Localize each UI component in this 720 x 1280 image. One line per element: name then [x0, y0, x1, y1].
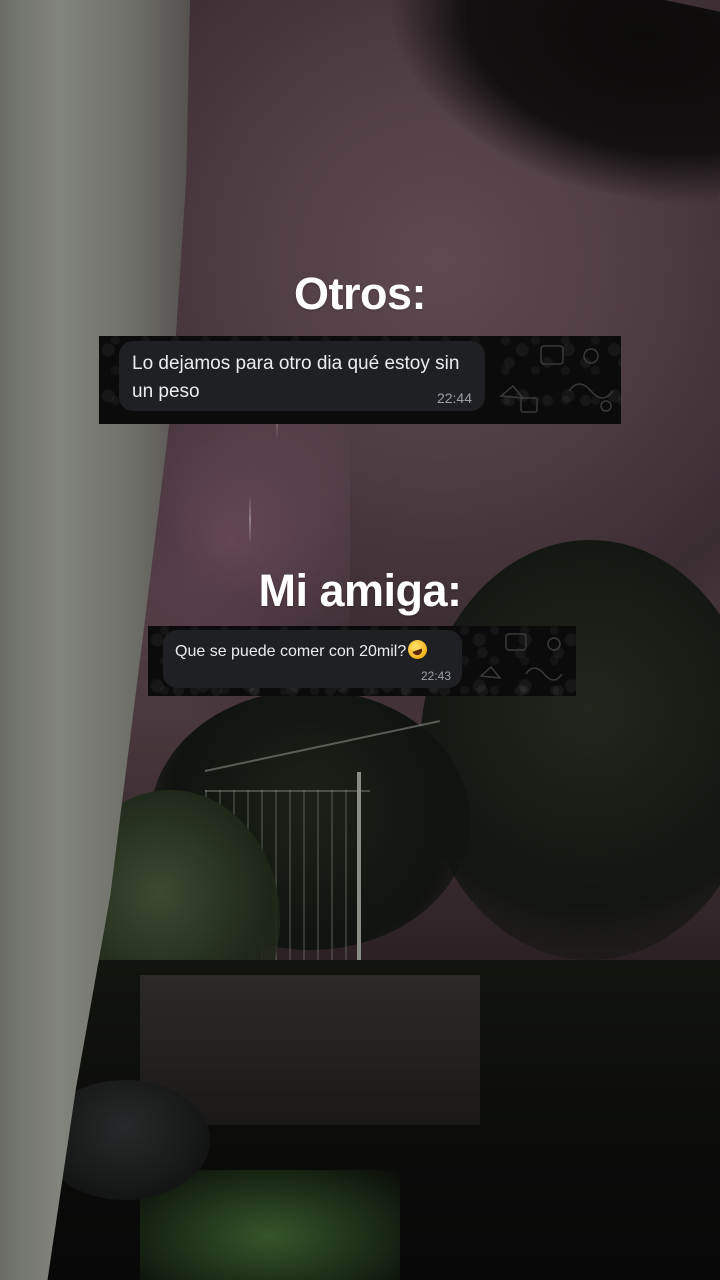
fence-post: [357, 772, 361, 977]
message-text: Que se puede comer con 20mil?: [175, 639, 450, 665]
wall-shadow: [0, 0, 60, 1280]
caption-others: Otros:: [294, 268, 427, 319]
chat-wallpaper-doodles: [481, 336, 621, 424]
message-bubble[interactable]: Lo dejamos para otro dia qué estoy sin u…: [119, 341, 485, 411]
chat-wallpaper-doodles: [466, 626, 576, 696]
tree-branch-silhouette: [363, 0, 720, 216]
message-text: Lo dejamos para otro dia qué estoy sin u…: [132, 353, 460, 402]
message-timestamp: 22:43: [420, 669, 451, 683]
message-bubble[interactable]: Que se puede comer con 20mil? 22:43: [163, 630, 462, 688]
chat-screenshot-others: Lo dejamos para otro dia qué estoy sin u…: [99, 336, 621, 424]
caption-my-friend: Mi amiga:: [258, 565, 462, 616]
chat-screenshot-friend: Que se puede comer con 20mil? 22:43: [148, 626, 576, 696]
grass-patch: [140, 1170, 400, 1280]
rolling-laughing-emoji-icon: [408, 640, 428, 659]
message-timestamp: 22:44: [436, 390, 472, 406]
light-streak: [249, 495, 251, 545]
